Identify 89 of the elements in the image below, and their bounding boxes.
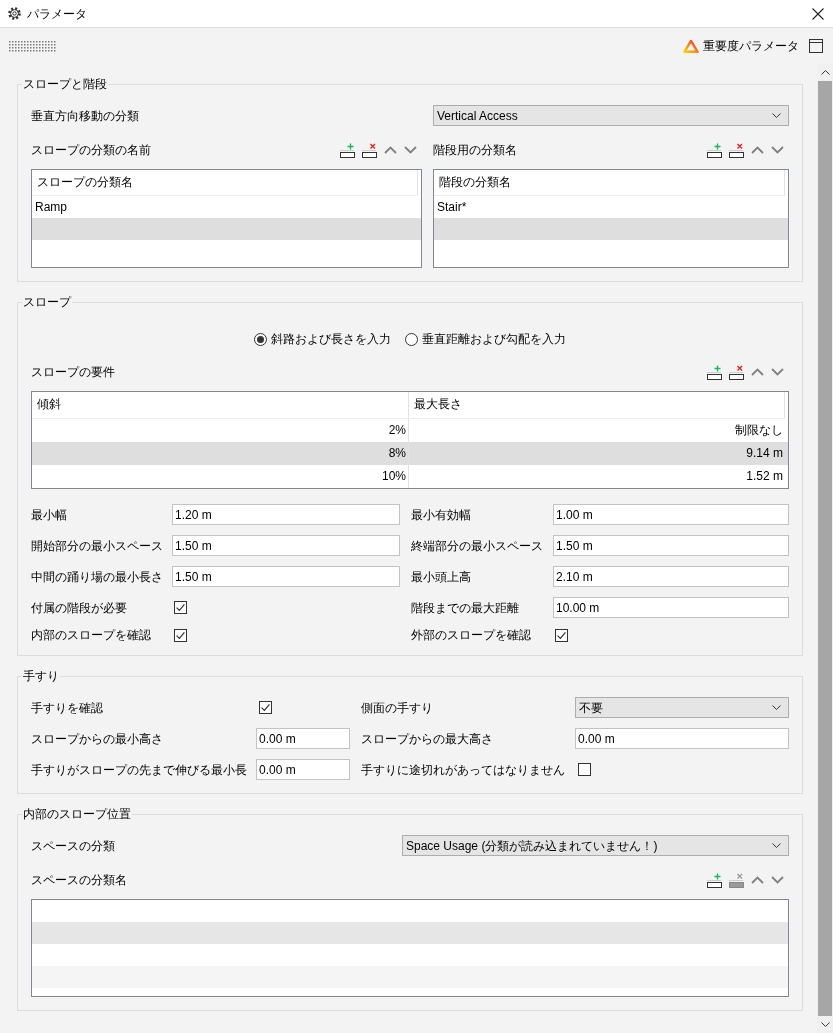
- field-label: スペースの分類: [31, 838, 116, 853]
- checkbox[interactable]: [578, 763, 591, 776]
- radio-button[interactable]: [405, 332, 418, 346]
- table-cell: 10%: [32, 465, 409, 488]
- delete-row-icon[interactable]: [362, 142, 377, 158]
- add-row-icon[interactable]: [707, 872, 722, 888]
- triangle-icon: [683, 39, 699, 53]
- importance-parameters-button[interactable]: 重要度パラメータ: [683, 39, 799, 53]
- table-cell-text: 制限なし: [734, 422, 784, 439]
- chevron-down-icon[interactable]: [771, 146, 784, 154]
- add-row-icon[interactable]: [340, 142, 355, 158]
- radio-button[interactable]: [254, 332, 267, 346]
- scroll-up-icon[interactable]: [820, 70, 830, 75]
- text-field[interactable]: 2.10 m: [553, 566, 789, 587]
- chevron-up-icon[interactable]: [751, 368, 764, 376]
- list-item[interactable]: Stair*: [434, 196, 788, 218]
- list-item[interactable]: Ramp: [32, 196, 421, 218]
- column-header: スロープの分類名: [32, 170, 418, 195]
- chevron-up-icon[interactable]: [751, 146, 764, 154]
- text-field[interactable]: 1.50 m: [172, 566, 400, 587]
- gear-icon: [8, 7, 21, 20]
- column-header: 最大長さ: [408, 392, 785, 418]
- panel-icon[interactable]: [809, 39, 823, 53]
- chevron-down-icon[interactable]: [771, 368, 784, 376]
- chevron-up-icon[interactable]: [384, 146, 397, 154]
- field-label: 手すりを確認: [31, 700, 104, 715]
- table-cell-text: 1.52 m: [745, 468, 784, 485]
- field-label: 開始部分の最小スペース: [31, 538, 164, 553]
- group-title: 内部のスロープ位置: [22, 807, 132, 821]
- chevron-down-icon: [772, 843, 781, 848]
- column-header: 傾斜: [32, 392, 409, 418]
- delete-row-icon[interactable]: [729, 142, 744, 158]
- checkbox[interactable]: [259, 701, 272, 714]
- dropdown[interactable]: Vertical Access: [433, 105, 789, 126]
- text-field[interactable]: 1.20 m: [172, 504, 400, 525]
- text-field[interactable]: 0.00 m: [256, 728, 350, 749]
- field-label: 手すりに途切れがあってはなりません: [361, 762, 566, 777]
- window-title: パラメータ: [27, 6, 87, 21]
- chevron-up-icon[interactable]: [751, 876, 764, 884]
- text-field[interactable]: 1.50 m: [172, 535, 400, 556]
- delete-row-icon[interactable]: [729, 364, 744, 380]
- column-header: 階段の分類名: [434, 170, 785, 195]
- chevron-down-icon[interactable]: [771, 876, 784, 884]
- text-field[interactable]: 0.00 m: [256, 759, 350, 780]
- text-field[interactable]: 1.50 m: [553, 535, 789, 556]
- checkbox[interactable]: [174, 628, 187, 642]
- list-label: スロープの要件: [31, 365, 115, 379]
- group-title: 手すり: [22, 669, 60, 683]
- radio-label[interactable]: 垂直距離および勾配を入力: [422, 332, 566, 346]
- checkbox[interactable]: [174, 601, 187, 614]
- field-label: 中間の踊り場の最小長さ: [31, 569, 164, 584]
- dropdown[interactable]: 不要: [575, 697, 789, 718]
- text-field[interactable]: 0.00 m: [575, 728, 789, 749]
- add-row-icon[interactable]: [707, 142, 722, 158]
- field-label: 最小頭上高: [411, 569, 472, 584]
- field-label: 最小有効幅: [411, 507, 472, 522]
- chevron-down-icon: [772, 705, 781, 710]
- radio-label[interactable]: 斜路および長さを入力: [271, 332, 391, 346]
- field-label: スロープからの最大高さ: [361, 731, 494, 746]
- chevron-down-icon: [772, 113, 781, 118]
- field-label: 垂直方向移動の分類: [31, 108, 140, 123]
- field-label: 付属の階段が必要: [31, 600, 128, 615]
- grip-icon[interactable]: [9, 40, 56, 52]
- list-label: スペースの分類名: [31, 873, 127, 887]
- field-label: 手すりがスロープの先まで伸びる最小長: [31, 762, 248, 777]
- table-cell: 8%: [32, 442, 409, 465]
- close-icon[interactable]: [812, 7, 824, 20]
- field-label: 内部のスロープを確認: [31, 628, 152, 642]
- dropdown[interactable]: Space Usage (分類が読み込まれていません！): [402, 835, 789, 856]
- table-row[interactable]: 8% 9.14 m: [32, 442, 788, 465]
- field-label: 最小幅: [31, 507, 68, 522]
- group-title: スロープと階段: [22, 77, 108, 91]
- checkbox[interactable]: [555, 628, 568, 642]
- scrollbar-thumb[interactable]: [818, 81, 832, 1016]
- field-label: 外部のスロープを確認: [411, 628, 532, 642]
- chevron-down-icon[interactable]: [404, 146, 417, 154]
- table-cell-text: 9.14 m: [745, 445, 784, 462]
- add-row-icon[interactable]: [707, 364, 722, 380]
- text-field[interactable]: 10.00 m: [553, 597, 789, 618]
- text-field[interactable]: 1.00 m: [553, 504, 789, 525]
- table-row[interactable]: 10% 1.52 m: [32, 465, 788, 488]
- group-title: スロープ: [22, 295, 72, 309]
- field-label: 側面の手すり: [361, 700, 434, 715]
- list-label: 階段用の分類名: [433, 143, 517, 157]
- list-label: スロープの分類の名前: [31, 143, 151, 157]
- scroll-down-icon[interactable]: [820, 1022, 830, 1027]
- field-label: スロープからの最小高さ: [31, 731, 164, 746]
- field-label: 終端部分の最小スペース: [411, 538, 544, 553]
- field-label: 階段までの最大距離: [411, 600, 520, 615]
